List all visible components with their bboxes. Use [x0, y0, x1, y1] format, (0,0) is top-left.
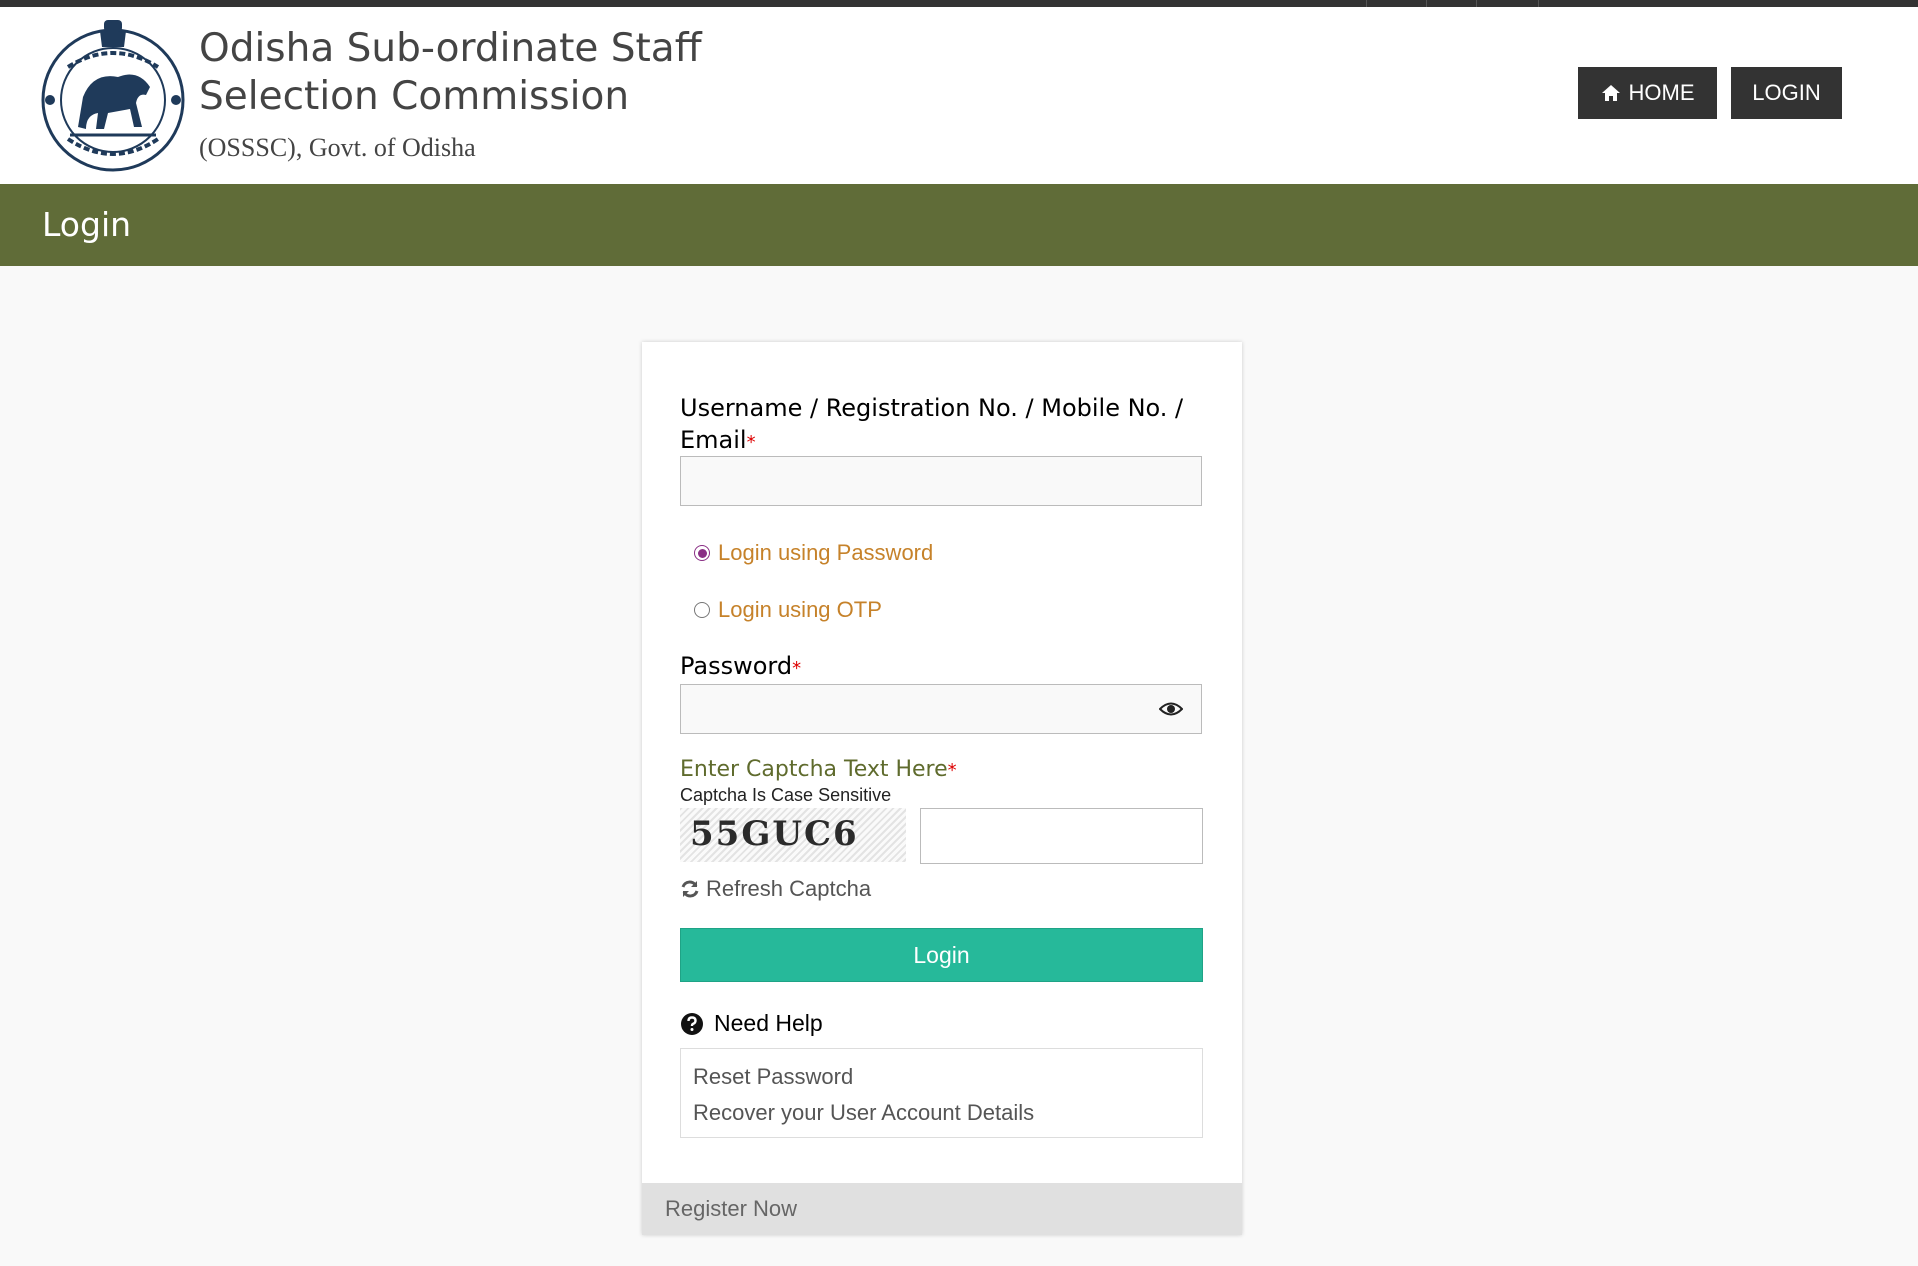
reset-password-link[interactable]: Reset Password: [693, 1059, 1190, 1095]
login-mode-password[interactable]: Login using Password: [694, 540, 933, 566]
radio-password[interactable]: [694, 545, 710, 561]
login-mode-password-label: Login using Password: [718, 540, 934, 565]
top-strip: [0, 0, 1918, 7]
username-input[interactable]: [680, 456, 1202, 506]
help-heading-label: Need Help: [714, 1010, 823, 1036]
org-title-line2: Selection Commission: [199, 74, 630, 119]
home-button[interactable]: HOME: [1578, 67, 1717, 119]
password-label: Password*: [680, 652, 801, 680]
help-box: Reset Password Recover your User Account…: [680, 1048, 1203, 1138]
refresh-captcha-label: Refresh Captcha: [706, 876, 872, 901]
org-title-line1: Odisha Sub-ordinate Staff: [199, 26, 702, 71]
captcha-label: Enter Captcha Text Here*: [680, 757, 957, 782]
password-field[interactable]: [680, 684, 1202, 734]
password-label-text: Password: [680, 652, 793, 680]
refresh-captcha-link[interactable]: Refresh Captcha: [680, 876, 871, 902]
home-button-label: HOME: [1628, 80, 1695, 105]
required-mark: *: [792, 658, 802, 679]
question-circle-icon: [681, 1012, 703, 1035]
page-title-bar: Login: [0, 184, 1918, 266]
recover-account-link[interactable]: Recover your User Account Details: [693, 1095, 1190, 1131]
login-nav-label: LOGIN: [1752, 80, 1821, 105]
help-heading: Need Help: [680, 1010, 823, 1037]
site-header: Odisha Sub-ordinate Staff Selection Comm…: [0, 7, 1918, 184]
login-mode-otp-label: Login using OTP: [718, 597, 882, 622]
required-mark: *: [746, 432, 756, 453]
captcha-text: 55GUC6: [690, 814, 859, 854]
org-subtitle: (OSSSC), Govt. of Odisha: [199, 133, 476, 162]
card-footer: Register Now: [642, 1183, 1242, 1235]
username-label-line2: Email: [680, 426, 747, 454]
home-icon: [1601, 85, 1620, 101]
captcha-image: 55GUC6: [680, 808, 906, 862]
required-mark: *: [947, 760, 957, 781]
captcha-note: Captcha Is Case Sensitive: [680, 785, 892, 805]
captcha-label-text: Enter Captcha Text Here: [680, 757, 948, 782]
username-label-line1: Username / Registration No. / Mobile No.…: [680, 394, 1184, 422]
refresh-icon: [681, 880, 699, 898]
org-title: Odisha Sub-ordinate Staff Selection Comm…: [199, 25, 702, 121]
login-card: Username / Registration No. / Mobile No.…: [642, 342, 1242, 1235]
captcha-input[interactable]: [920, 808, 1203, 864]
login-submit-button[interactable]: Login: [680, 928, 1203, 982]
username-label: Username / Registration No. / Mobile No.…: [680, 392, 1183, 459]
register-now-link[interactable]: Register Now: [665, 1183, 797, 1235]
radio-otp[interactable]: [694, 602, 710, 618]
page-title: Login: [42, 205, 132, 244]
login-nav-button[interactable]: LOGIN: [1731, 67, 1842, 119]
odisha-emblem-icon: [41, 20, 185, 172]
login-mode-otp[interactable]: Login using OTP: [694, 597, 882, 623]
eye-icon[interactable]: [1159, 700, 1183, 718]
